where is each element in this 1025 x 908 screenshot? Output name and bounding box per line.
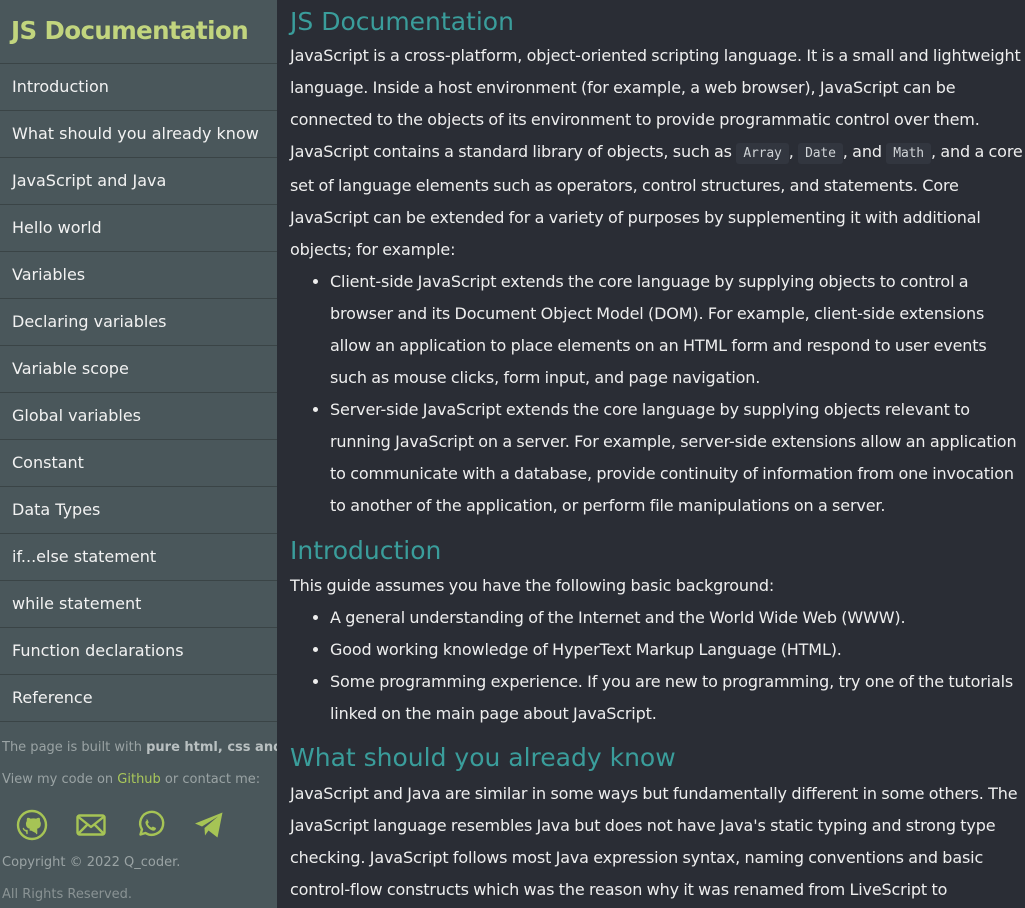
nav-item-data-types[interactable]: Data Types xyxy=(0,487,277,534)
list-item: Some programming experience. If you are … xyxy=(330,666,1025,730)
nav-item-declaring-variables[interactable]: Declaring variables xyxy=(0,299,277,346)
list-background: A general understanding of the Internet … xyxy=(290,602,1025,730)
whatsapp-icon[interactable] xyxy=(134,805,193,845)
nav-item-while-statement[interactable]: while statement xyxy=(0,581,277,628)
nav-item-function-declarations[interactable]: Function declarations xyxy=(0,628,277,675)
nav-item-if-else-statement[interactable]: if...else statement xyxy=(0,534,277,581)
section-js-documentation: JS Documentation JavaScript is a cross-p… xyxy=(290,0,1025,522)
sidebar-footer: The page is built with pure html, css an… xyxy=(0,722,277,902)
nav-item-variables[interactable]: Variables xyxy=(0,252,277,299)
social-icons xyxy=(2,803,277,847)
section-what-should-you-already-know: What should you already know JavaScript … xyxy=(290,730,1025,908)
section-title-introduction: Introduction xyxy=(290,536,442,565)
github-icon[interactable] xyxy=(16,805,75,845)
paragraph-intro: JavaScript is a cross-platform, object-o… xyxy=(290,46,1021,129)
telegram-icon[interactable] xyxy=(193,805,252,845)
nav-item-global-variables[interactable]: Global variables xyxy=(0,393,277,440)
built-with-text: The page is built with pure html, css an… xyxy=(2,740,277,773)
sidebar: JS Documentation Introduction What shoul… xyxy=(0,0,277,908)
list-item: Client-side JavaScript extends the core … xyxy=(330,266,1025,394)
paragraph-java-comparison: JavaScript and Java are similar in some … xyxy=(290,784,1018,899)
github-link[interactable]: Github xyxy=(117,772,161,787)
list-item: A general understanding of the Internet … xyxy=(330,602,1025,634)
paragraph-background: This guide assumes you have the followin… xyxy=(290,576,775,595)
contact-text: View my code on Github or contact me: xyxy=(2,772,277,803)
contact-prefix: View my code on xyxy=(2,772,118,787)
built-prefix: The page is built with xyxy=(2,740,147,755)
sidebar-title: JS Documentation xyxy=(0,0,277,64)
section-title-js-documentation: JS Documentation xyxy=(290,7,514,36)
nav-item-variable-scope[interactable]: Variable scope xyxy=(0,346,277,393)
mail-icon[interactable] xyxy=(75,805,134,845)
paragraph-standard-library: JavaScript contains a standard library o… xyxy=(290,136,1025,266)
list-item: Good working knowledge of HyperText Mark… xyxy=(330,634,1025,666)
code-math: Math xyxy=(886,143,931,164)
nav-list: Introduction What should you already kno… xyxy=(0,64,277,722)
nav-item-javascript-and-java[interactable]: JavaScript and Java xyxy=(0,158,277,205)
nav-item-reference[interactable]: Reference xyxy=(0,675,277,722)
code-array: Array xyxy=(736,143,789,164)
rights-text: All Rights Reserved. xyxy=(2,887,133,902)
main-content: JS Documentation JavaScript is a cross-p… xyxy=(277,0,1025,908)
section-introduction: Introduction This guide assumes you have… xyxy=(290,522,1025,730)
section-title-what-should-you-already-know: What should you already know xyxy=(290,743,676,772)
copyright-text: Copyright © 2022 Q_coder. xyxy=(2,855,181,870)
text-segment: , xyxy=(788,142,799,161)
list-js-extensions: Client-side JavaScript extends the core … xyxy=(290,266,1025,522)
nav-item-hello-world[interactable]: Hello world xyxy=(0,205,277,252)
nav-item-constant[interactable]: Constant xyxy=(0,440,277,487)
list-item: Server-side JavaScript extends the core … xyxy=(330,394,1025,522)
built-tech: pure html, css and js xyxy=(146,740,277,755)
nav-item-what-should-you-already-know[interactable]: What should you already know xyxy=(0,111,277,158)
code-date: Date xyxy=(798,143,843,164)
text-segment: JavaScript contains a standard library o… xyxy=(290,142,737,161)
text-segment: , and xyxy=(842,142,887,161)
contact-suffix: or contact me: xyxy=(160,772,261,787)
nav-item-introduction[interactable]: Introduction xyxy=(0,64,277,111)
